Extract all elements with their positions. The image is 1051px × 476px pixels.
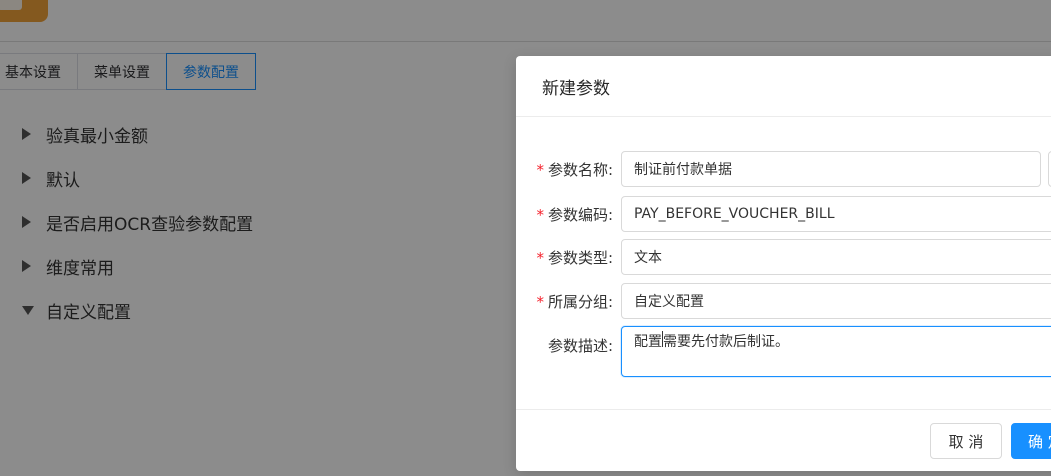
param-code-label: * 参数编码: [536,206,613,224]
param-group-label: * 所属分组: [536,293,613,311]
dialog-footer-divider [516,409,1051,410]
cancel-button[interactable]: 取 消 [930,423,1002,459]
param-name-label: * 参数名称: [536,161,613,179]
param-desc-label: 参数描述: [547,337,613,355]
dialog-title: 新建参数 [542,79,610,99]
param-type-select[interactable]: 文本 [621,239,1051,275]
dialog-header-divider [516,116,1051,117]
new-parameter-dialog: 新建参数 * 参数名称: 制证前付款单据 * 参数编码: PAY_BEFORE_VO… [516,56,1051,471]
param-type-label: * 参数类型: [536,249,613,267]
param-name-input[interactable]: 制证前付款单据 [621,151,1041,187]
param-desc-textarea[interactable]: 配置 需要先付款后制证。 [621,326,1051,377]
param-code-input[interactable]: PAY_BEFORE_VOUCHER_BILL [621,196,1051,232]
param-group-select[interactable]: 自定义配置 [621,283,1051,319]
confirm-button[interactable]: 确 定 [1011,423,1051,459]
